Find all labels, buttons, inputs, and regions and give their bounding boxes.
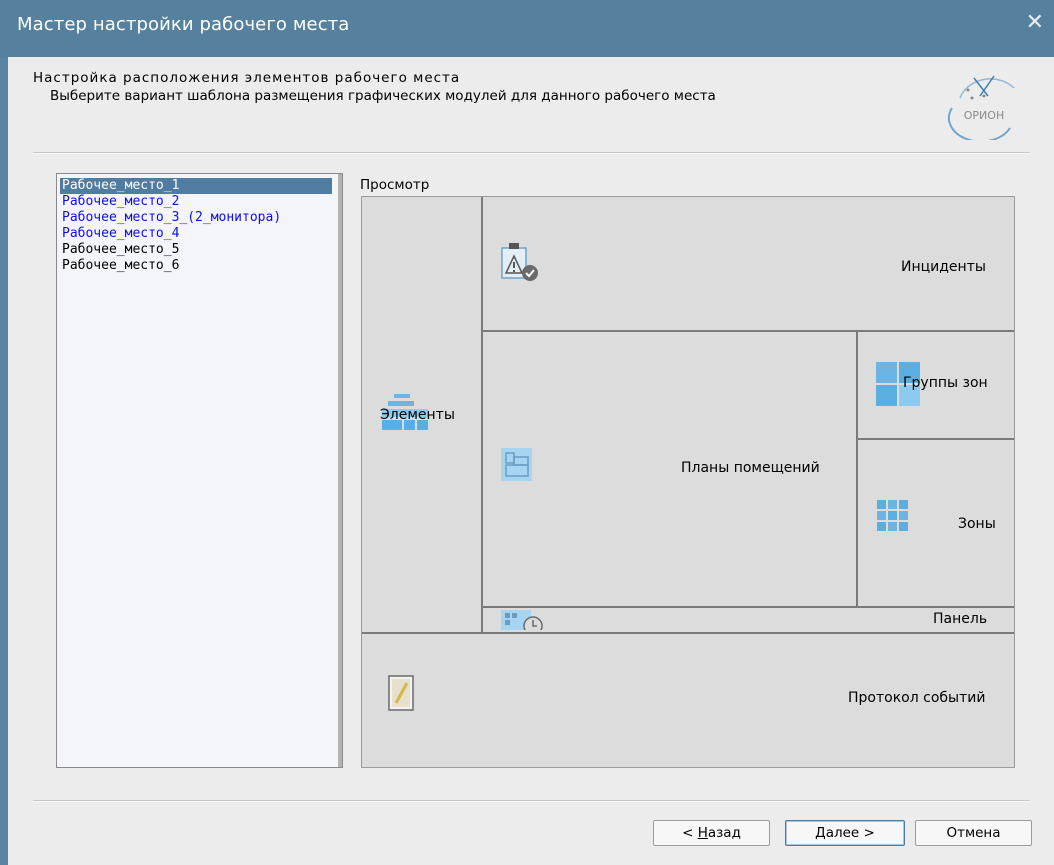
event-log-icon: [388, 675, 414, 711]
next-button-label: алее >: [825, 825, 875, 841]
panel-incidents-label: Инциденты: [901, 259, 986, 275]
list-item-workplace-4[interactable]: Рабочее_место_4: [61, 226, 179, 242]
floor-plans-icon: [501, 448, 532, 481]
divider-panel-top: [481, 606, 1014, 608]
window-title: Мастер настройки рабочего места: [17, 14, 350, 35]
back-button-mnemonic: Н: [697, 825, 708, 841]
divider-incidents: [481, 330, 1014, 332]
layout-preview: Элементы Инциденты Группы зон Планы поме…: [361, 196, 1015, 768]
window-left-border: [0, 57, 8, 865]
title-bar[interactable]: Мастер настройки рабочего места ✕: [0, 0, 1054, 57]
preview-label: Просмотр: [360, 177, 430, 193]
list-item-workplace-6[interactable]: Рабочее_место_6: [61, 258, 179, 274]
page-title: Настройка расположения элементов рабочег…: [33, 70, 461, 86]
footer-divider: [33, 800, 1030, 802]
wizard-window: Мастер настройки рабочего места ✕ Настро…: [0, 0, 1054, 865]
divider-event-log: [362, 632, 1014, 634]
list-item-workplace-3[interactable]: Рабочее_место_3_(2_монитора): [61, 210, 281, 226]
header-divider: [33, 152, 1030, 154]
panel-icon: [501, 610, 543, 630]
panel-event-log-label: Протокол событий: [848, 690, 986, 706]
panel-zones-label: Зоны: [958, 516, 996, 532]
page-subtitle: Выберите вариант шаблона размещения граф…: [50, 88, 716, 104]
cancel-button[interactable]: Отмена: [915, 820, 1032, 846]
next-button-mnemonic: Д: [815, 825, 826, 841]
close-icon[interactable]: ✕: [1026, 12, 1044, 34]
panel-floor-plans-label: Планы помещений: [681, 460, 820, 476]
divider-plans: [856, 330, 858, 607]
panel-zone-groups-label: Группы зон: [903, 375, 988, 391]
list-item-workplace-2[interactable]: Рабочее_место_2: [61, 194, 179, 210]
incidents-icon: [501, 243, 538, 281]
panel-panel-label: Панель: [933, 611, 988, 627]
divider-elements: [481, 197, 483, 632]
back-button-label: азад: [707, 825, 741, 841]
divider-zone-groups: [856, 438, 1014, 440]
svg-text:ОРИОН: ОРИОН: [964, 109, 1004, 122]
list-scrollbar[interactable]: [338, 174, 342, 767]
list-item-workplace-5[interactable]: Рабочее_место_5: [61, 242, 179, 258]
orion-logo: ОРИОН: [947, 75, 1015, 140]
next-button[interactable]: Далее >: [785, 820, 905, 846]
back-button[interactable]: < Назад: [653, 820, 770, 846]
list-item-workplace-1[interactable]: Рабочее_место_1: [60, 178, 332, 194]
panel-elements-label: Элементы: [380, 407, 455, 423]
workplace-list[interactable]: Рабочее_место_1 Рабочее_место_2 Рабочее_…: [56, 173, 343, 768]
zones-icon: [877, 500, 908, 531]
back-button-prefix: <: [682, 825, 698, 841]
